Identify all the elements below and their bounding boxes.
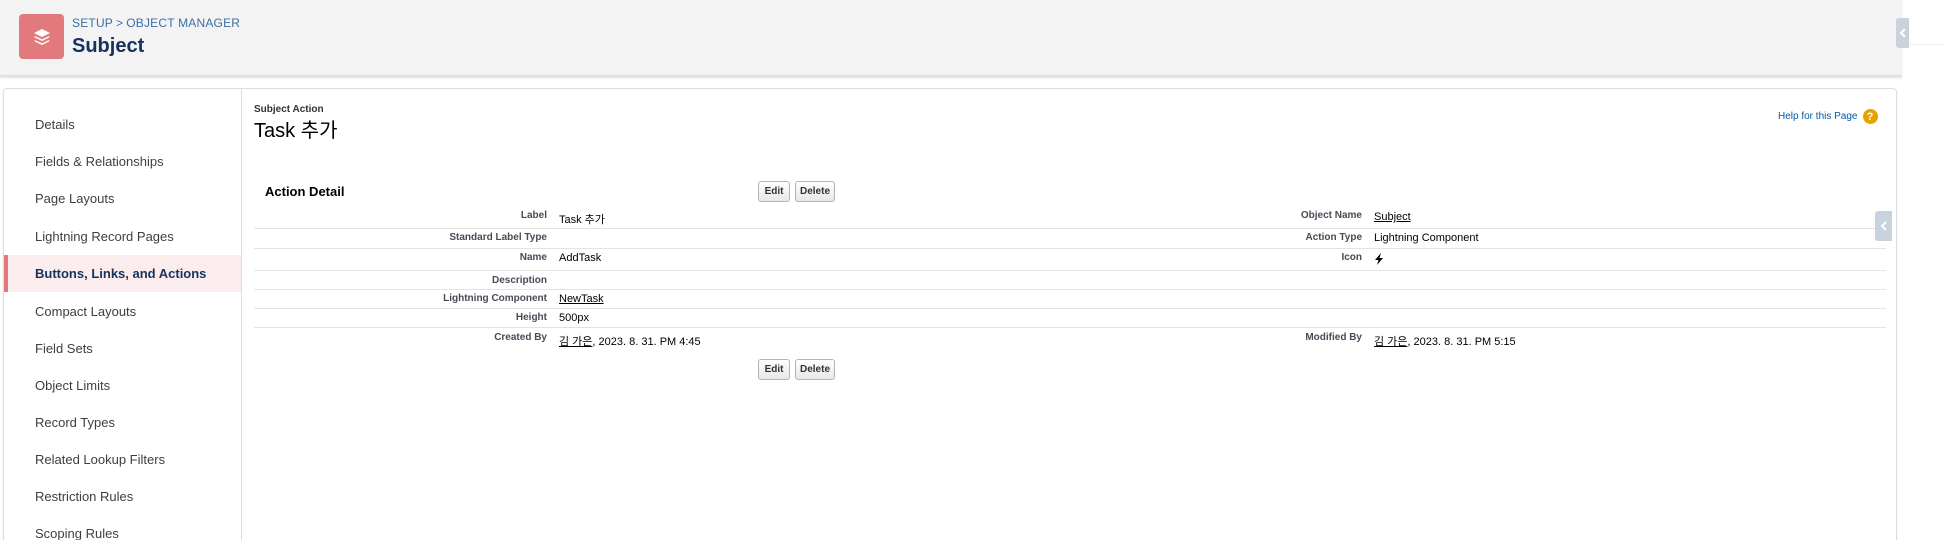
field-label-object-name: Object Name [1300, 210, 1362, 221]
field-label-action-type: Action Type [1305, 232, 1362, 243]
help-for-this-page-link[interactable]: Help for this Page ? [1778, 109, 1878, 124]
edge-divider [1909, 44, 1945, 45]
field-value-name: AddTask [559, 252, 602, 264]
sidebar-item-lightning-record-pages[interactable]: Lightning Record Pages [4, 218, 241, 255]
field-value-height: 500px [559, 312, 589, 324]
detail-row: Standard Label Type Action Type Lightnin… [254, 229, 1886, 249]
chevron-left-icon [1880, 221, 1887, 231]
detail-row: Label Task 추가 Object Name Subject [254, 208, 1886, 229]
sidebar-item-object-limits[interactable]: Object Limits [4, 367, 241, 404]
page-header: SETUP > OBJECT MANAGER Subject [0, 0, 1902, 76]
sidebar-item-field-sets[interactable]: Field Sets [4, 330, 241, 367]
delete-button-top[interactable]: Delete [795, 181, 835, 202]
sidebar-item-details[interactable]: Details [4, 106, 241, 143]
field-label-name: Name [519, 252, 547, 263]
stack-layers-icon [19, 14, 64, 59]
breadcrumb-setup[interactable]: SETUP [72, 16, 113, 30]
field-value-label: Task 추가 [559, 214, 605, 226]
sidebar-item-buttons-links-actions[interactable]: Buttons, Links, and Actions [4, 255, 241, 292]
detail-row: Name AddTask Icon [254, 249, 1886, 271]
field-value-created-by: 김 가은, 2023. 8. 31. PM 4:45 [559, 333, 701, 349]
sidebar-item-restriction-rules[interactable]: Restriction Rules [4, 478, 241, 515]
action-detail-content: Subject Action Task 추가 Help for this Pag… [244, 89, 1896, 540]
detail-row: Description [254, 271, 1886, 290]
help-icon: ? [1862, 109, 1878, 124]
field-label-modified-by: Modified By [1305, 332, 1362, 343]
page-title: Subject [72, 35, 145, 57]
modified-by-date: , 2023. 8. 31. PM 5:15 [1407, 336, 1516, 348]
sidebar-item-related-lookup-filters[interactable]: Related Lookup Filters [4, 441, 241, 478]
delete-button-bottom[interactable]: Delete [795, 359, 835, 380]
main-card: Details Fields & Relationships Page Layo… [3, 88, 1897, 540]
sidebar-item-page-layouts[interactable]: Page Layouts [4, 180, 241, 217]
breadcrumb-object-manager[interactable]: OBJECT MANAGER [126, 16, 240, 30]
field-value-modified-by: 김 가은, 2023. 8. 31. PM 5:15 [1374, 333, 1516, 349]
lightning-component-link[interactable]: NewTask [559, 293, 604, 305]
object-name-link[interactable]: Subject [1374, 211, 1411, 223]
detail-row: Height 500px [254, 309, 1886, 328]
field-label-height: Height [515, 312, 547, 323]
sidebar-item-compact-layouts[interactable]: Compact Layouts [4, 293, 241, 330]
setup-page: SETUP > OBJECT MANAGER Subject Details Fie… [0, 0, 1945, 540]
action-title: Task 추가 [254, 120, 338, 142]
sidebar-item-record-types[interactable]: Record Types [4, 404, 241, 441]
field-label-description: Description [491, 275, 547, 286]
breadcrumb-separator: > [116, 16, 124, 30]
field-label-icon: Icon [1341, 252, 1362, 263]
side-panel-toggle[interactable] [1875, 211, 1892, 241]
created-by-user-link[interactable]: 김 가은 [559, 336, 592, 348]
field-label-lightning-component: Lightning Component [443, 293, 547, 304]
breadcrumb: SETUP > OBJECT MANAGER [72, 16, 240, 30]
field-label-created-by: Created By [494, 332, 547, 343]
help-link-label: Help for this Page [1778, 111, 1858, 122]
object-manager-sidebar: Details Fields & Relationships Page Layo… [4, 89, 242, 540]
section-title: Action Detail [265, 184, 345, 199]
collapse-panel-tab[interactable] [1896, 18, 1909, 48]
edit-button-top[interactable]: Edit [758, 181, 790, 202]
sidebar-item-fields-relationships[interactable]: Fields & Relationships [4, 143, 241, 180]
field-label-standard-label-type: Standard Label Type [449, 232, 547, 243]
edit-button-bottom[interactable]: Edit [758, 359, 790, 380]
created-by-date: , 2023. 8. 31. PM 4:45 [592, 336, 701, 348]
modified-by-user-link[interactable]: 김 가은 [1374, 336, 1407, 348]
edge-strip [1909, 0, 1945, 540]
detail-row: Lightning Component NewTask [254, 290, 1886, 309]
chevron-left-icon [1899, 28, 1906, 38]
detail-row: Created By 김 가은, 2023. 8. 31. PM 4:45 Mo… [254, 328, 1886, 350]
lightning-bolt-icon [1374, 253, 1384, 268]
field-value-action-type: Lightning Component [1374, 232, 1479, 244]
sidebar-item-scoping-rules[interactable]: Scoping Rules [4, 515, 241, 540]
field-label-label: Label [520, 210, 547, 221]
